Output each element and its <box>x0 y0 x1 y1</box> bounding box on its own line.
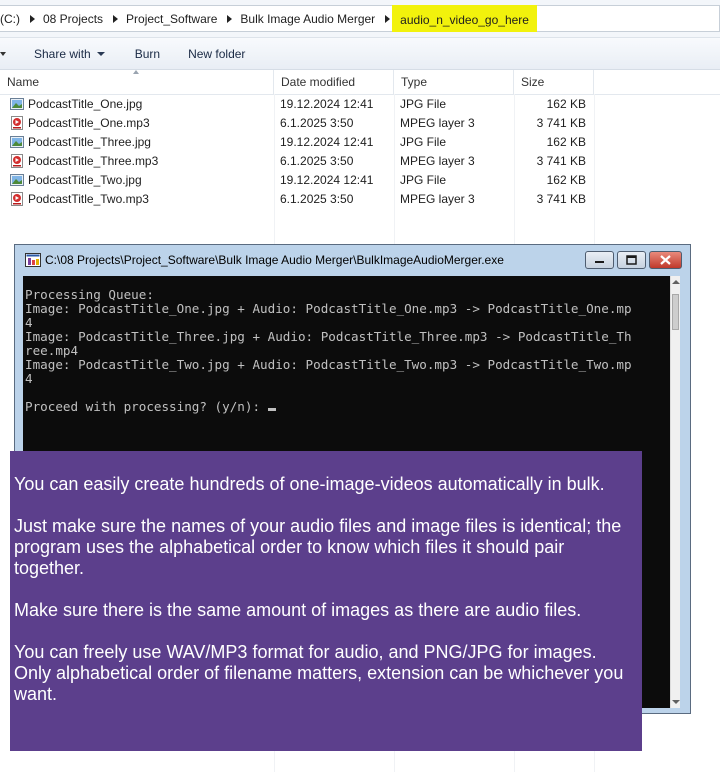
console-titlebar[interactable]: C:\08 Projects\Project_Software\Bulk Ima… <box>15 245 690 275</box>
close-icon <box>660 255 671 265</box>
breadcrumb-current-folder[interactable]: audio_n_video_go_here <box>392 5 537 32</box>
audio-file-icon <box>10 154 24 168</box>
instruction-note: You can easily create hundreds of one-im… <box>10 451 642 751</box>
breadcrumb-drive[interactable]: (C:) <box>0 12 20 26</box>
console-line: Image: PodcastTitle_Two.jpg + Audio: Pod… <box>25 358 665 372</box>
scroll-down-icon[interactable] <box>672 700 680 704</box>
file-size: 162 KB <box>546 97 586 111</box>
console-scrollbar[interactable] <box>670 276 680 708</box>
address-bar: (C:) 08 Projects Project_Software Bulk I… <box>0 0 720 38</box>
file-name: PodcastTitle_Three.mp3 <box>28 154 159 168</box>
new-folder-button[interactable]: New folder <box>174 47 259 61</box>
share-with-button[interactable]: Share with <box>0 47 119 61</box>
console-line-text: 4 <box>25 371 33 386</box>
breadcrumb-item-08-projects[interactable]: 08 Projects <box>43 12 103 26</box>
column-header-row: Name Date modified Type Size <box>0 70 720 95</box>
maximize-button[interactable] <box>617 251 646 269</box>
image-file-icon <box>10 173 24 187</box>
image-file-icon <box>10 135 24 149</box>
file-row[interactable]: PodcastTitle_Two.mp3 6.1.2025 3:50 MPEG la… <box>0 190 600 209</box>
sort-ascending-icon <box>133 70 139 74</box>
file-size: 162 KB <box>546 135 586 149</box>
file-date-modified: 6.1.2025 3:50 <box>280 154 354 168</box>
file-type: JPG File <box>400 97 447 111</box>
chevron-down-icon <box>96 51 105 56</box>
console-title: C:\08 Projects\Project_Software\Bulk Ima… <box>45 253 504 267</box>
console-line: 4 <box>25 372 665 386</box>
audio-file-icon <box>10 192 24 206</box>
file-type: MPEG layer 3 <box>400 192 475 206</box>
breadcrumb-item-project-software[interactable]: Project_Software <box>126 12 217 26</box>
scroll-up-icon[interactable] <box>672 280 680 284</box>
console-line-text: Image: PodcastTitle_Three.jpg + Audio: P… <box>25 329 632 344</box>
audio-file-icon <box>10 116 24 130</box>
file-row[interactable]: PodcastTitle_Two.jpg 19.12.2024 12:41 JPG … <box>0 171 600 190</box>
file-name: PodcastTitle_Two.jpg <box>28 173 142 187</box>
file-size: 162 KB <box>546 173 586 187</box>
console-line-text: ree.mp4 <box>25 343 79 358</box>
file-size: 3 741 KB <box>536 154 586 168</box>
column-name[interactable]: Name <box>0 70 274 94</box>
console-app-icon <box>25 253 41 267</box>
note-paragraph: You can freely use WAV/MP3 format for au… <box>14 642 624 704</box>
burn-button[interactable]: Burn <box>119 47 174 61</box>
console-line: Image: PodcastTitle_One.jpg + Audio: Pod… <box>25 302 665 316</box>
breadcrumb-chevron-icon[interactable] <box>30 14 35 23</box>
file-row[interactable]: PodcastTitle_Three.mp3 6.1.2025 3:50 MPEG … <box>0 152 600 171</box>
file-date-modified: 6.1.2025 3:50 <box>280 192 354 206</box>
file-type: JPG File <box>400 135 447 149</box>
minimize-icon <box>595 261 604 263</box>
file-type: MPEG layer 3 <box>400 154 475 168</box>
breadcrumb-chevron-icon[interactable] <box>113 14 119 23</box>
file-row[interactable]: PodcastTitle_One.jpg 19.12.2024 12:41 JPG … <box>0 95 600 114</box>
scroll-thumb[interactable] <box>672 294 679 330</box>
breadcrumb-chevron-icon[interactable] <box>227 14 233 23</box>
maximize-icon <box>626 255 637 265</box>
console-line: Processing Queue: <box>25 288 665 302</box>
column-date-modified[interactable]: Date modified <box>274 70 394 94</box>
console-line-text: Proceed with processing? (y/n): <box>25 399 268 414</box>
note-paragraph: You can easily create hundreds of one-im… <box>14 474 605 494</box>
text-cursor <box>267 408 276 411</box>
console-line-text: Image: PodcastTitle_One.jpg + Audio: Pod… <box>25 301 632 316</box>
console-output: Processing Queue: Image: PodcastTitle_One… <box>25 288 665 414</box>
column-type[interactable]: Type <box>394 70 514 94</box>
image-file-icon <box>10 97 24 111</box>
organize-caret-icon[interactable] <box>0 52 6 56</box>
close-button[interactable] <box>649 251 682 269</box>
file-name: PodcastTitle_Three.jpg <box>28 135 151 149</box>
console-line: ree.mp4 <box>25 344 665 358</box>
file-name: PodcastTitle_Two.mp3 <box>28 192 149 206</box>
file-size: 3 741 KB <box>536 116 586 130</box>
note-paragraph: Just make sure the names of your audio f… <box>14 516 622 578</box>
console-line: 4 <box>25 316 665 330</box>
column-size[interactable]: Size <box>514 70 594 94</box>
command-toolbar: Share with Burn New folder <box>0 38 720 70</box>
file-date-modified: 19.12.2024 12:41 <box>280 97 374 111</box>
file-row[interactable]: PodcastTitle_Three.jpg 19.12.2024 12:41 JP… <box>0 133 600 152</box>
breadcrumb[interactable]: (C:) 08 Projects Project_Software Bulk I… <box>0 5 720 32</box>
file-name: PodcastTitle_One.mp3 <box>28 116 150 130</box>
file-size: 3 741 KB <box>536 192 586 206</box>
note-paragraph: Make sure there is the same amount of im… <box>14 600 582 620</box>
file-type: JPG File <box>400 173 447 187</box>
console-line-text: 4 <box>25 315 33 330</box>
file-date-modified: 19.12.2024 12:41 <box>280 173 374 187</box>
file-row[interactable]: PodcastTitle_One.mp3 6.1.2025 3:50 MPEG la… <box>0 114 600 133</box>
breadcrumb-chevron-icon[interactable] <box>385 14 391 23</box>
minimize-button[interactable] <box>585 251 614 269</box>
file-type: MPEG layer 3 <box>400 116 475 130</box>
console-line-text: Image: PodcastTitle_Two.jpg + Audio: Pod… <box>25 357 632 372</box>
breadcrumb-item-bulk-image-audio-merger[interactable]: Bulk Image Audio Merger <box>240 12 375 26</box>
console-line: Image: PodcastTitle_Three.jpg + Audio: P… <box>25 330 665 344</box>
file-date-modified: 6.1.2025 3:50 <box>280 116 354 130</box>
file-date-modified: 19.12.2024 12:41 <box>280 135 374 149</box>
console-line-text: Processing Queue: <box>25 288 154 302</box>
console-line: Proceed with processing? (y/n): <box>25 400 665 414</box>
file-name: PodcastTitle_One.jpg <box>28 97 143 111</box>
